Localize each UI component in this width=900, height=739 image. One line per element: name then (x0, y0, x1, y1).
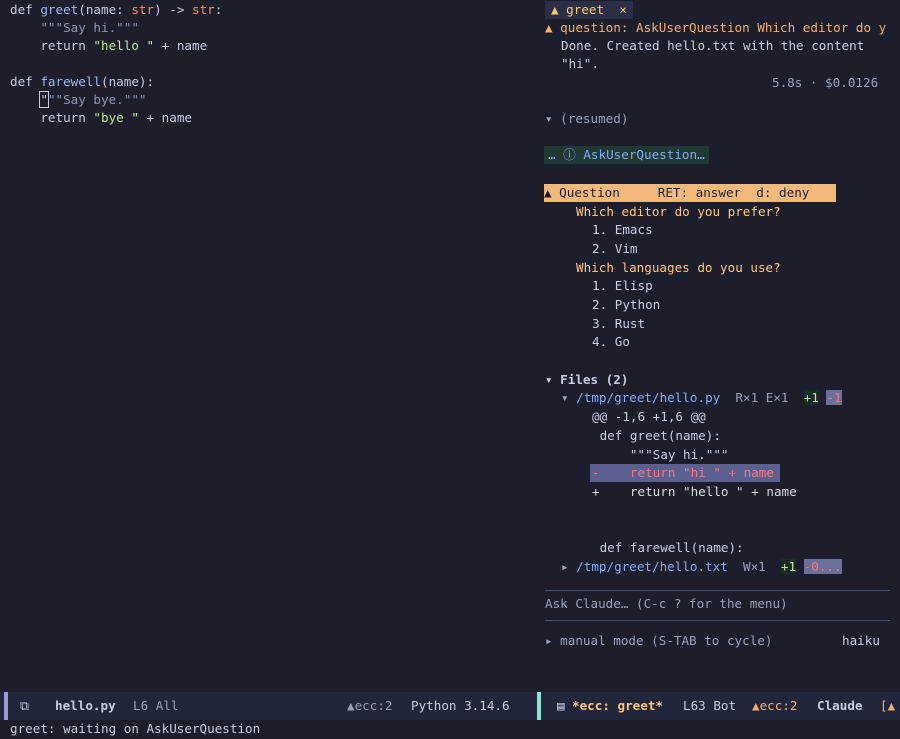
python-file-icon: ⧉ (20, 698, 29, 713)
code-line-1: def greet(name: str) -> str: (10, 2, 223, 17)
separator-top (545, 590, 890, 591)
code-line-7: return "bye " + name (10, 110, 192, 125)
files-header[interactable]: ▾ Files (2) (545, 371, 628, 389)
code-line-6: """Say bye.""" (39, 91, 147, 108)
modeline-right-indicator (537, 692, 541, 720)
file-entry-hello-txt[interactable]: ▸ /tmp/greet/hello.txt W×1 +1 -0... (561, 558, 842, 576)
file-entry-hello-py[interactable]: ▾ /tmp/greet/hello.py R×1 E×1 +1 -1 (561, 389, 842, 407)
modeline-overflow: [▲ (880, 698, 896, 713)
modeline-buffer-name[interactable]: hello.py (55, 692, 116, 720)
diff-context-3: def farewell(name): (592, 540, 744, 555)
modeline-position: L6 All (133, 698, 179, 713)
cost-stats: 5.8s · $0.0126 (772, 75, 879, 90)
modeline-claude-buffer[interactable]: *ecc: greet* (572, 692, 663, 720)
resumed-toggle[interactable]: ▾ (resumed) (545, 110, 628, 128)
separator-bottom (545, 620, 890, 621)
modeline-ecc-status[interactable]: ▲ecc:2 (347, 692, 393, 720)
option-elisp[interactable]: 1. Elisp (592, 277, 653, 295)
modeline-major-mode[interactable]: Python 3.14.6 (411, 692, 510, 720)
modeline-left-indicator (4, 692, 8, 720)
diff-added-line: + return "hello " + name (592, 484, 797, 499)
question-header-bar[interactable]: ▲ Question RET: answer d: deny (544, 184, 836, 202)
modeline-claude-ecc[interactable]: ▲ecc:2 (752, 692, 798, 720)
done-message-line2: "hi". (561, 56, 599, 71)
option-rust[interactable]: 3. Rust (592, 315, 645, 333)
ask-user-question-chip[interactable]: … ⓘ AskUserQuestion… (544, 146, 709, 164)
echo-message: greet: waiting on AskUserQuestion (10, 721, 261, 736)
question-notice: ▲ question: AskUserQuestion Which editor… (545, 20, 887, 35)
model-name[interactable]: haiku (842, 632, 880, 650)
file-icon: ▤ (557, 698, 565, 713)
code-line-2: """Say hi.""" (10, 20, 139, 35)
diff-context-2: """Say hi.""" (592, 447, 729, 462)
question-2: Which languages do you use? (576, 260, 781, 275)
text-cursor: " (39, 91, 49, 108)
diff-hunk-header: @@ -1,6 +1,6 @@ (592, 409, 706, 424)
tab-greet[interactable]: ▲ greet × (545, 1, 633, 19)
option-vim[interactable]: 2. Vim (592, 240, 638, 258)
code-editor-pane[interactable]: def greet(name: str) -> str: """Say hi."… (0, 0, 537, 692)
done-message-line1: Done. Created hello.txt with the content (561, 38, 865, 53)
code-line-3: return "hello " + name (10, 38, 208, 53)
mode-toggle[interactable]: ▸ manual mode (S-TAB to cycle) (545, 632, 772, 650)
modeline-claude-mode[interactable]: Claude (817, 692, 863, 720)
option-go[interactable]: 4. Go (592, 333, 630, 351)
option-emacs[interactable]: 1. Emacs (592, 221, 653, 239)
diff-context-1: def greet(name): (592, 428, 721, 443)
echo-area: greet: waiting on AskUserQuestion (0, 720, 900, 739)
diff-deleted-line: - return "hi " + name (592, 465, 774, 480)
option-python[interactable]: 2. Python (592, 296, 660, 314)
prompt-input[interactable]: Ask Claude… (C-c ? for the menu) (545, 595, 788, 613)
modeline: ⧉ hello.py L6 All ▲ecc:2 Python 3.14.6 ▤… (0, 692, 900, 720)
code-line-5: def farewell(name): (10, 74, 155, 89)
modeline-claude-position: L63 Bot (683, 698, 737, 713)
question-1: Which editor do you prefer? (576, 204, 781, 219)
